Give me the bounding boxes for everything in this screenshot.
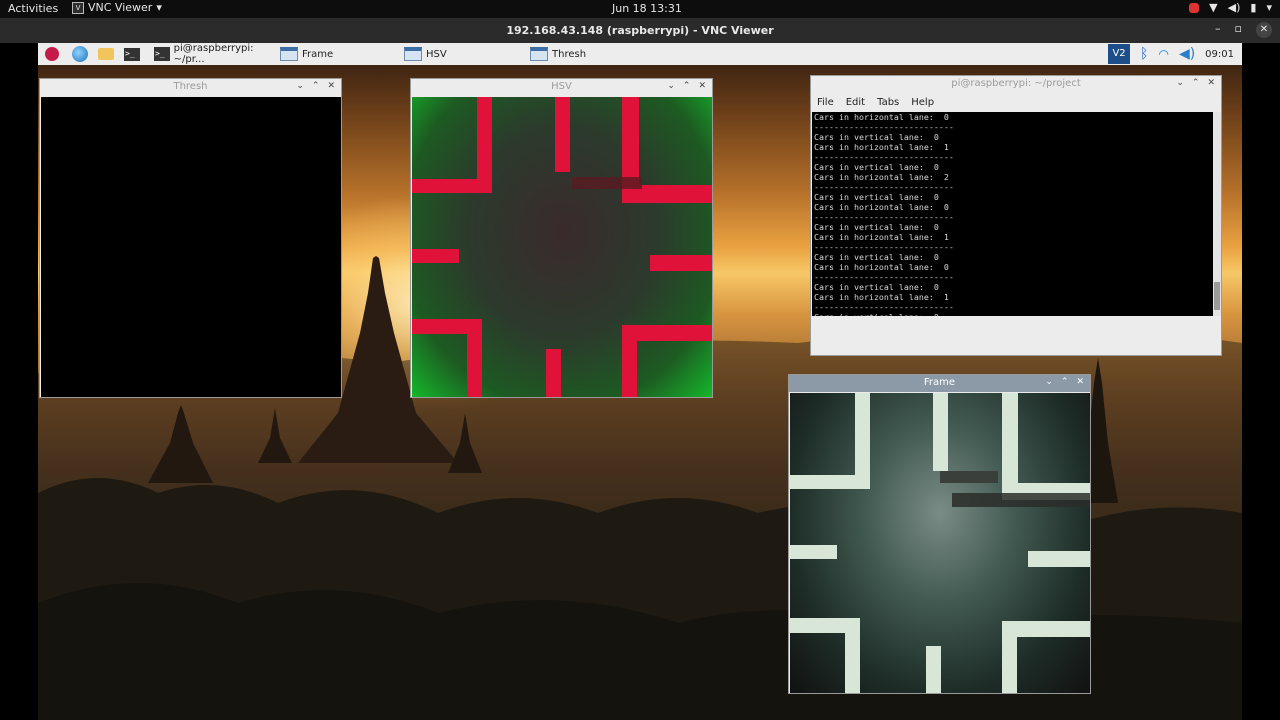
battery-icon[interactable]: ▮ [1250, 1, 1256, 14]
terminal-line: Cars in vertical lane: 0 [814, 252, 939, 262]
taskbar-item-label: HSV [426, 48, 447, 60]
taskbar-item-thresh[interactable]: Thresh [526, 44, 650, 64]
terminal-line: Cars in horizontal lane: 1 [814, 232, 949, 242]
terminal-title: pi@raspberrypi: ~/project [951, 78, 1081, 89]
chevron-up-icon[interactable]: ⌃ [1192, 78, 1200, 88]
frame-titlebar[interactable]: Frame ⌄ ⌃ ✕ [789, 375, 1090, 392]
chevron-down-icon[interactable]: ⌄ [1176, 78, 1184, 88]
activities-button[interactable]: Activities [8, 2, 58, 15]
terminal-line: Cars in vertical lane: 0 [814, 222, 939, 232]
hsv-window[interactable]: HSV ⌄ ⌃ ✕ [410, 78, 713, 398]
pi-clock[interactable]: 09:01 [1205, 49, 1234, 60]
vnc-viewer-titlebar[interactable]: 192.168.43.148 (raspberrypi) - VNC Viewe… [0, 18, 1280, 43]
menu-tabs[interactable]: Tabs [877, 97, 899, 108]
terminal-output[interactable]: Cars in horizontal lane: 0 --------------… [812, 112, 1215, 316]
chevron-down-icon: ▾ [156, 1, 162, 14]
terminal-line: Cars in horizontal lane: 0 [814, 112, 949, 122]
volume-icon[interactable]: ◀) [1228, 1, 1241, 14]
app-menu-label: VNC Viewer [88, 1, 153, 14]
taskbar-item-hsv[interactable]: HSV [400, 44, 526, 64]
chevron-down-icon[interactable]: ⌄ [296, 81, 304, 91]
taskbar-item-label: Thresh [552, 48, 587, 60]
taskbar-item-label: pi@raspberrypi: ~/pr... [173, 43, 254, 65]
scrollbar-thumb[interactable] [1214, 282, 1220, 310]
terminal-line: ---------------------------- [814, 182, 954, 192]
terminal-line: ---------------------------- [814, 302, 954, 312]
chevron-up-icon[interactable]: ⌃ [683, 81, 691, 91]
file-manager-icon[interactable] [96, 44, 116, 64]
terminal-line: ---------------------------- [814, 152, 954, 162]
date-time[interactable]: Jun 18 13:31 [612, 2, 682, 15]
terminal-line: ---------------------------- [814, 122, 954, 132]
minimize-button[interactable]: – [1215, 22, 1221, 38]
chevron-up-icon[interactable]: ⌃ [1061, 377, 1069, 387]
terminal-line: Cars in horizontal lane: 0 [814, 202, 949, 212]
terminal-titlebar[interactable]: pi@raspberrypi: ~/project ⌄ ⌃ ✕ [811, 76, 1221, 93]
close-icon[interactable]: ✕ [327, 81, 335, 91]
terminal-line: ---------------------------- [814, 272, 954, 282]
terminal-line: Cars in horizontal lane: 2 [814, 172, 949, 182]
chevron-down-icon[interactable]: ⌄ [1045, 377, 1053, 387]
close-icon[interactable]: ✕ [698, 81, 706, 91]
thresh-titlebar[interactable]: Thresh ⌄ ⌃ ✕ [40, 79, 341, 96]
thresh-image [41, 97, 341, 397]
gnome-top-bar: Activities V VNC Viewer ▾ Jun 18 13:31 ▼… [0, 0, 1280, 18]
terminal-launcher-icon[interactable]: >_ [122, 44, 142, 64]
terminal-line: Cars in vertical lane: 0 [814, 312, 1213, 316]
chevron-down-icon[interactable]: ⌄ [667, 81, 675, 91]
app-menu[interactable]: V VNC Viewer ▾ [72, 1, 162, 14]
browser-icon[interactable] [70, 44, 90, 64]
chevron-down-icon[interactable]: ▾ [1266, 1, 1272, 14]
close-icon[interactable]: ✕ [1207, 78, 1215, 88]
window-icon [280, 47, 298, 61]
menu-file[interactable]: File [817, 97, 834, 108]
terminal-line: Cars in vertical lane: 0 [814, 192, 939, 202]
terminal-line: ---------------------------- [814, 242, 954, 252]
terminal-scrollbar[interactable] [1213, 112, 1221, 316]
close-icon[interactable]: ✕ [1076, 377, 1084, 387]
pi-taskbar: >_ >_ pi@raspberrypi: ~/pr... Frame HSV … [38, 43, 1242, 65]
terminal-line: Cars in horizontal lane: 0 [814, 262, 949, 272]
frame-image [790, 393, 1090, 693]
terminal-line: Cars in vertical lane: 0 [814, 132, 939, 142]
pi-system-tray: V2 ᛒ ◠ ◀) 09:01 [1108, 44, 1234, 64]
taskbar-item-label: Frame [302, 48, 334, 60]
terminal-line: ---------------------------- [814, 212, 954, 222]
frame-window[interactable]: Frame ⌄ ⌃ ✕ [788, 374, 1091, 694]
window-title: 192.168.43.148 (raspberrypi) - VNC Viewe… [506, 24, 774, 37]
hsv-image [412, 97, 712, 397]
terminal-line: Cars in vertical lane: 0 [814, 282, 939, 292]
chevron-up-icon[interactable]: ⌃ [312, 81, 320, 91]
window-icon [530, 47, 548, 61]
window-icon [404, 47, 422, 61]
maximize-button[interactable]: ▫ [1235, 22, 1242, 38]
taskbar-item-terminal[interactable]: >_ pi@raspberrypi: ~/pr... [150, 43, 276, 65]
close-button[interactable]: ✕ [1256, 22, 1272, 38]
menu-help[interactable]: Help [911, 97, 934, 108]
terminal-line: Cars in horizontal lane: 1 [814, 142, 949, 152]
volume-icon[interactable]: ◀) [1179, 46, 1195, 62]
thresh-window[interactable]: Thresh ⌄ ⌃ ✕ [39, 78, 342, 398]
wifi-icon[interactable]: ▼ [1209, 1, 1217, 14]
screen-record-icon[interactable] [1189, 2, 1200, 13]
terminal-window[interactable]: pi@raspberrypi: ~/project ⌄ ⌃ ✕ File Edi… [810, 75, 1222, 356]
hsv-titlebar[interactable]: HSV ⌄ ⌃ ✕ [411, 79, 712, 96]
raspberry-menu-icon[interactable] [42, 44, 62, 64]
wifi-icon[interactable]: ◠ [1158, 47, 1168, 61]
menu-edit[interactable]: Edit [846, 97, 865, 108]
vnc-app-icon: V [72, 1, 84, 14]
system-tray[interactable]: ▼ ◀) ▮ ▾ [1189, 1, 1272, 14]
terminal-icon: >_ [154, 47, 170, 61]
terminal-menubar: File Edit Tabs Help [811, 93, 1221, 111]
vnc-server-icon[interactable]: V2 [1108, 44, 1131, 64]
terminal-line: Cars in vertical lane: 0 [814, 162, 939, 172]
bluetooth-icon[interactable]: ᛒ [1140, 46, 1148, 62]
terminal-line: Cars in horizontal lane: 1 [814, 292, 949, 302]
remote-desktop[interactable]: >_ >_ pi@raspberrypi: ~/pr... Frame HSV … [38, 43, 1242, 720]
taskbar-item-frame[interactable]: Frame [276, 44, 400, 64]
